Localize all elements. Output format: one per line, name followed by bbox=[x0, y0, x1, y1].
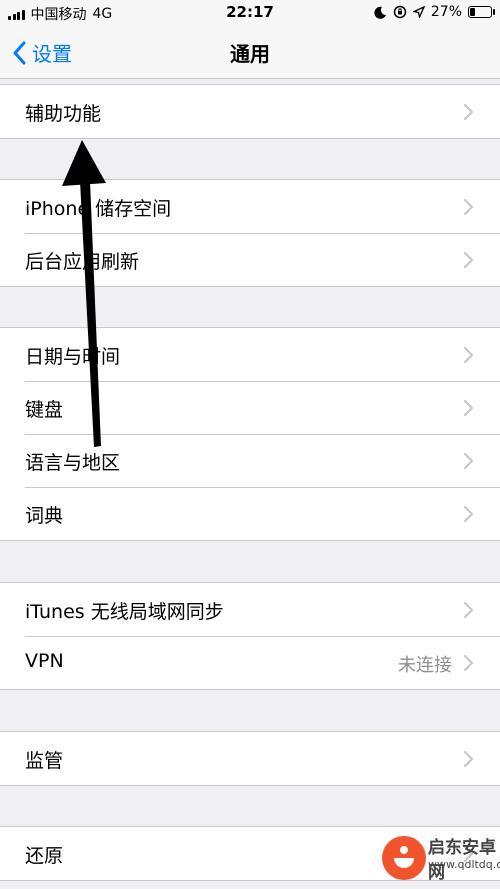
row-label: iTunes 无线局域网同步 bbox=[25, 601, 224, 623]
row-label: 键盘 bbox=[25, 399, 64, 421]
status-bar: 中国移动 4G 22:17 27% bbox=[0, 0, 500, 26]
page-title: 通用 bbox=[230, 42, 270, 66]
row-itunes-wifi-sync[interactable]: iTunes 无线局域网同步 bbox=[0, 583, 500, 636]
settings-group-storage: iPhone 储存空间 后台应用刷新 bbox=[0, 179, 500, 287]
chevron-right-icon bbox=[463, 601, 474, 619]
row-label: 词典 bbox=[25, 505, 64, 527]
location-icon bbox=[412, 6, 425, 18]
row-label: 还原 bbox=[25, 845, 64, 867]
row-label: 辅助功能 bbox=[25, 103, 102, 125]
row-dictionary[interactable]: 词典 bbox=[0, 487, 500, 540]
chevron-right-icon bbox=[463, 399, 474, 417]
chevron-right-icon bbox=[463, 750, 474, 768]
row-language-region[interactable]: 语言与地区 bbox=[0, 434, 500, 487]
row-label: 日期与时间 bbox=[25, 346, 121, 368]
chevron-right-icon bbox=[463, 346, 474, 364]
row-keyboard[interactable]: 键盘 bbox=[0, 381, 500, 434]
settings-group-datetime: 日期与时间 键盘 语言与地区 词典 bbox=[0, 327, 500, 541]
battery-icon bbox=[468, 6, 495, 18]
row-iphone-storage[interactable]: iPhone 储存空间 bbox=[0, 180, 500, 233]
row-background-app-refresh[interactable]: 后台应用刷新 bbox=[0, 233, 500, 286]
settings-group-supervision: 监管 bbox=[0, 731, 500, 786]
row-label: 语言与地区 bbox=[25, 452, 121, 474]
watermark-url: www.qdltdq.com bbox=[428, 858, 500, 871]
chevron-right-icon bbox=[463, 452, 474, 470]
moon-icon bbox=[374, 6, 386, 19]
chevron-right-icon bbox=[463, 505, 474, 523]
row-date-time[interactable]: 日期与时间 bbox=[0, 328, 500, 381]
row-label: iPhone 储存空间 bbox=[25, 198, 172, 220]
settings-group-accessibility: 辅助功能 bbox=[0, 84, 500, 139]
row-supervision[interactable]: 监管 bbox=[0, 732, 500, 785]
row-label: 监管 bbox=[25, 750, 64, 772]
row-accessibility[interactable]: 辅助功能 bbox=[0, 85, 500, 138]
row-label: 后台应用刷新 bbox=[25, 251, 140, 273]
row-vpn[interactable]: VPN 未连接 bbox=[0, 636, 500, 689]
vpn-status: 未连接 bbox=[398, 655, 452, 676]
row-label: VPN bbox=[25, 650, 64, 672]
chevron-right-icon bbox=[463, 654, 474, 672]
battery-percent: 27% bbox=[430, 4, 462, 20]
navigation-bar: 设置 通用 bbox=[0, 26, 500, 79]
chevron-right-icon bbox=[463, 103, 474, 121]
chevron-right-icon bbox=[463, 198, 474, 216]
status-right: 27% bbox=[374, 4, 495, 20]
chevron-right-icon bbox=[463, 251, 474, 269]
rotation-lock-icon bbox=[393, 5, 407, 19]
settings-group-network: iTunes 无线局域网同步 VPN 未连接 bbox=[0, 582, 500, 690]
battery-fill bbox=[470, 8, 475, 16]
